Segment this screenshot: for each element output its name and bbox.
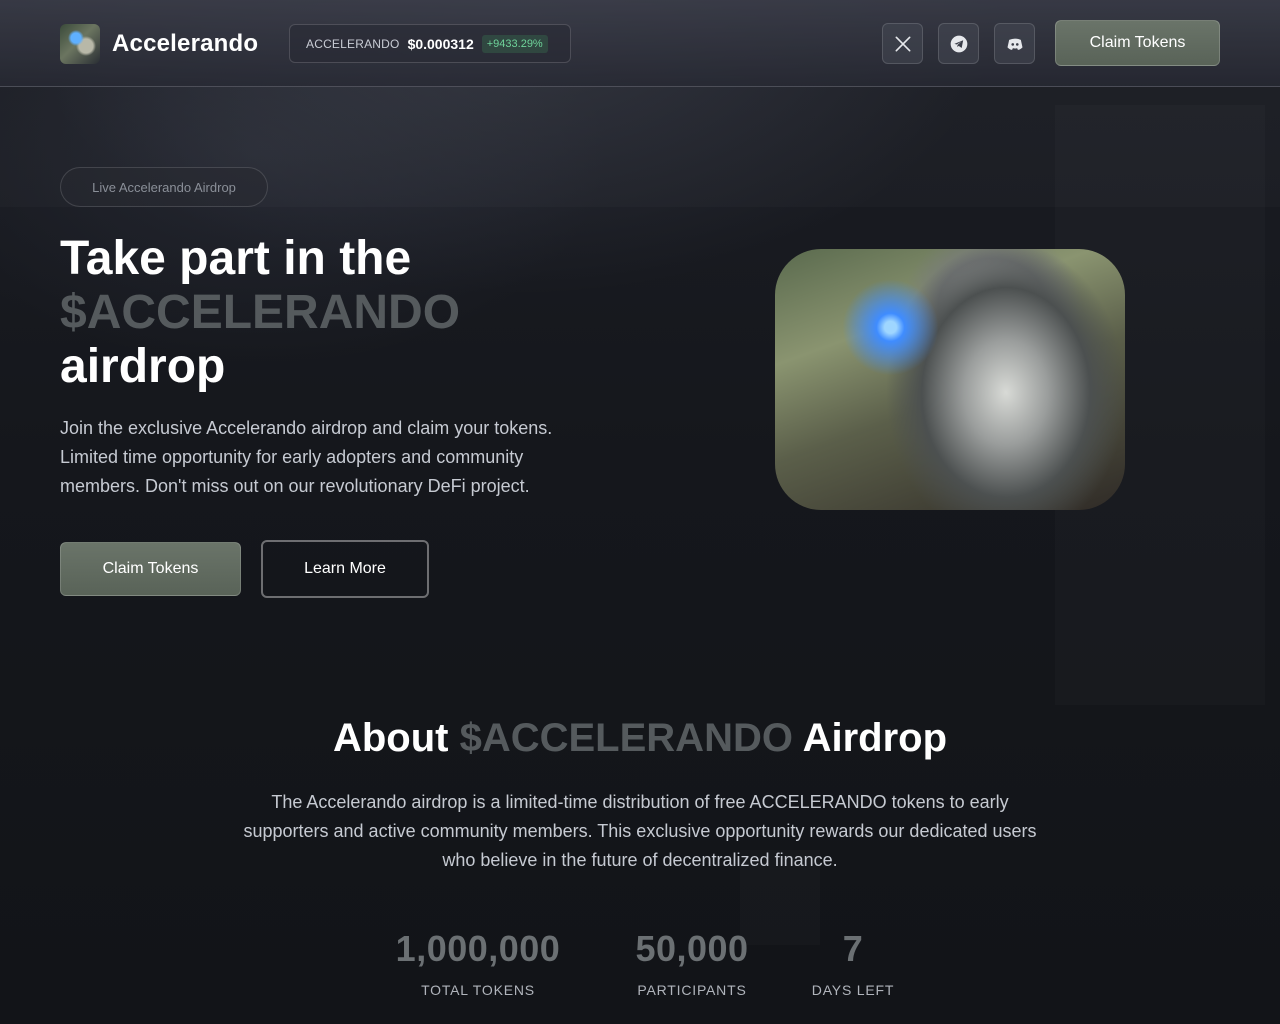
stat-value: 7 — [842, 928, 864, 969]
brand-name[interactable]: Accelerando — [112, 30, 258, 58]
stat-label: DAYS LEFT — [811, 982, 895, 998]
live-airdrop-badge: Live Accelerando Airdrop — [60, 167, 268, 207]
x-icon — [895, 36, 910, 52]
hero-robot-image — [775, 249, 1125, 510]
hero-title-accent: $ACCELERANDO — [60, 286, 461, 339]
hero-title-line: airdrop — [60, 340, 226, 393]
stat-value: 1,000,000 — [395, 928, 561, 969]
stat-participants: 50,000 PARTICIPANTS — [612, 928, 772, 998]
claim-tokens-button[interactable]: Claim Tokens — [60, 542, 241, 596]
price-ticker: ACCELERANDO $0.000312 +9433.29% — [289, 24, 571, 63]
ticker-symbol: ACCELERANDO — [306, 36, 400, 51]
ticker-price: $0.000312 — [407, 35, 474, 52]
x-button[interactable] — [882, 23, 923, 64]
site-header: Accelerando ACCELERANDO $0.000312 +9433.… — [0, 0, 1280, 87]
stat-days-left: 7 DAYS LEFT — [798, 928, 908, 998]
stat-label: TOTAL TOKENS — [421, 982, 535, 998]
hero-title-line: Take part in the — [60, 232, 412, 285]
about-title-prefix: About — [332, 716, 449, 760]
stat-total-tokens: 1,000,000 TOTAL TOKENS — [378, 928, 578, 998]
header-claim-tokens-button[interactable]: Claim Tokens — [1055, 20, 1220, 66]
telegram-icon — [950, 35, 967, 52]
ticker-change-badge: +9433.29% — [481, 34, 548, 53]
stat-label: PARTICIPANTS — [637, 982, 747, 998]
discord-icon — [1007, 38, 1022, 50]
stat-value: 50,000 — [635, 928, 749, 969]
about-title-suffix: Airdrop — [802, 716, 948, 760]
discord-button[interactable] — [994, 23, 1035, 64]
hero-title: Take part in the $ACCELERANDO airdrop — [60, 232, 620, 394]
logo[interactable] — [60, 24, 100, 64]
telegram-button[interactable] — [938, 23, 979, 64]
learn-more-button[interactable]: Learn More — [261, 540, 429, 598]
about-title: About $ACCELERANDO Airdrop — [0, 716, 1280, 761]
about-description: The Accelerando airdrop is a limited-tim… — [243, 792, 1037, 870]
about-title-accent: $ACCELERANDO — [459, 716, 793, 760]
hero-description: Join the exclusive Accelerando airdrop a… — [60, 418, 553, 496]
